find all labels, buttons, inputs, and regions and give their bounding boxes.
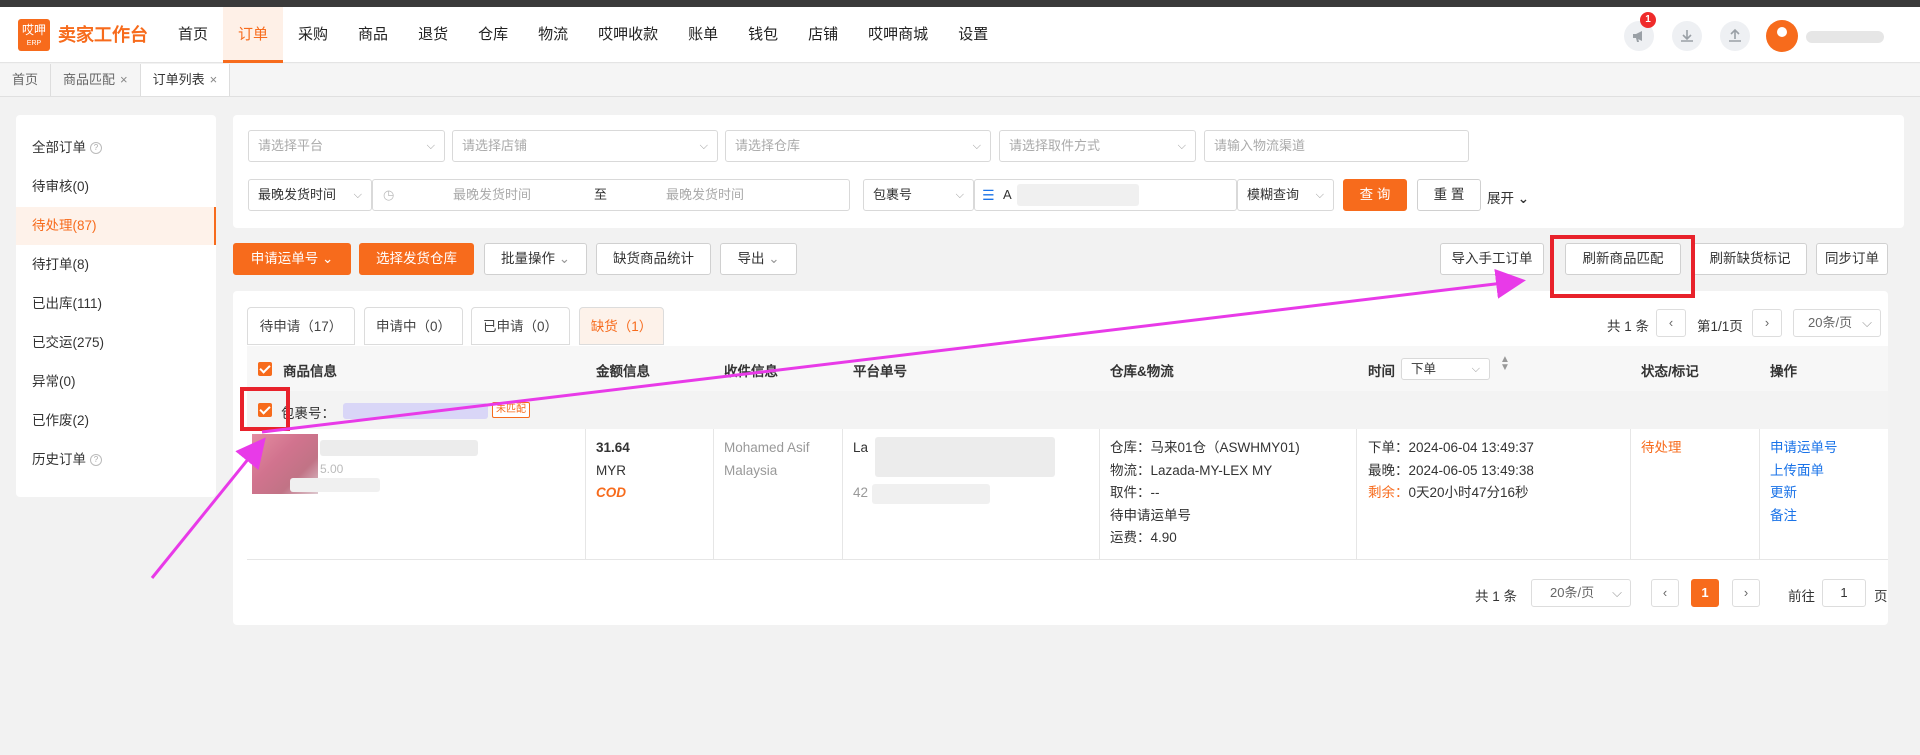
arrow-to-checkbox: [150, 437, 266, 579]
annotation-arrows: [150, 268, 1526, 579]
arrow-to-refresh-match: [261, 268, 1526, 434]
